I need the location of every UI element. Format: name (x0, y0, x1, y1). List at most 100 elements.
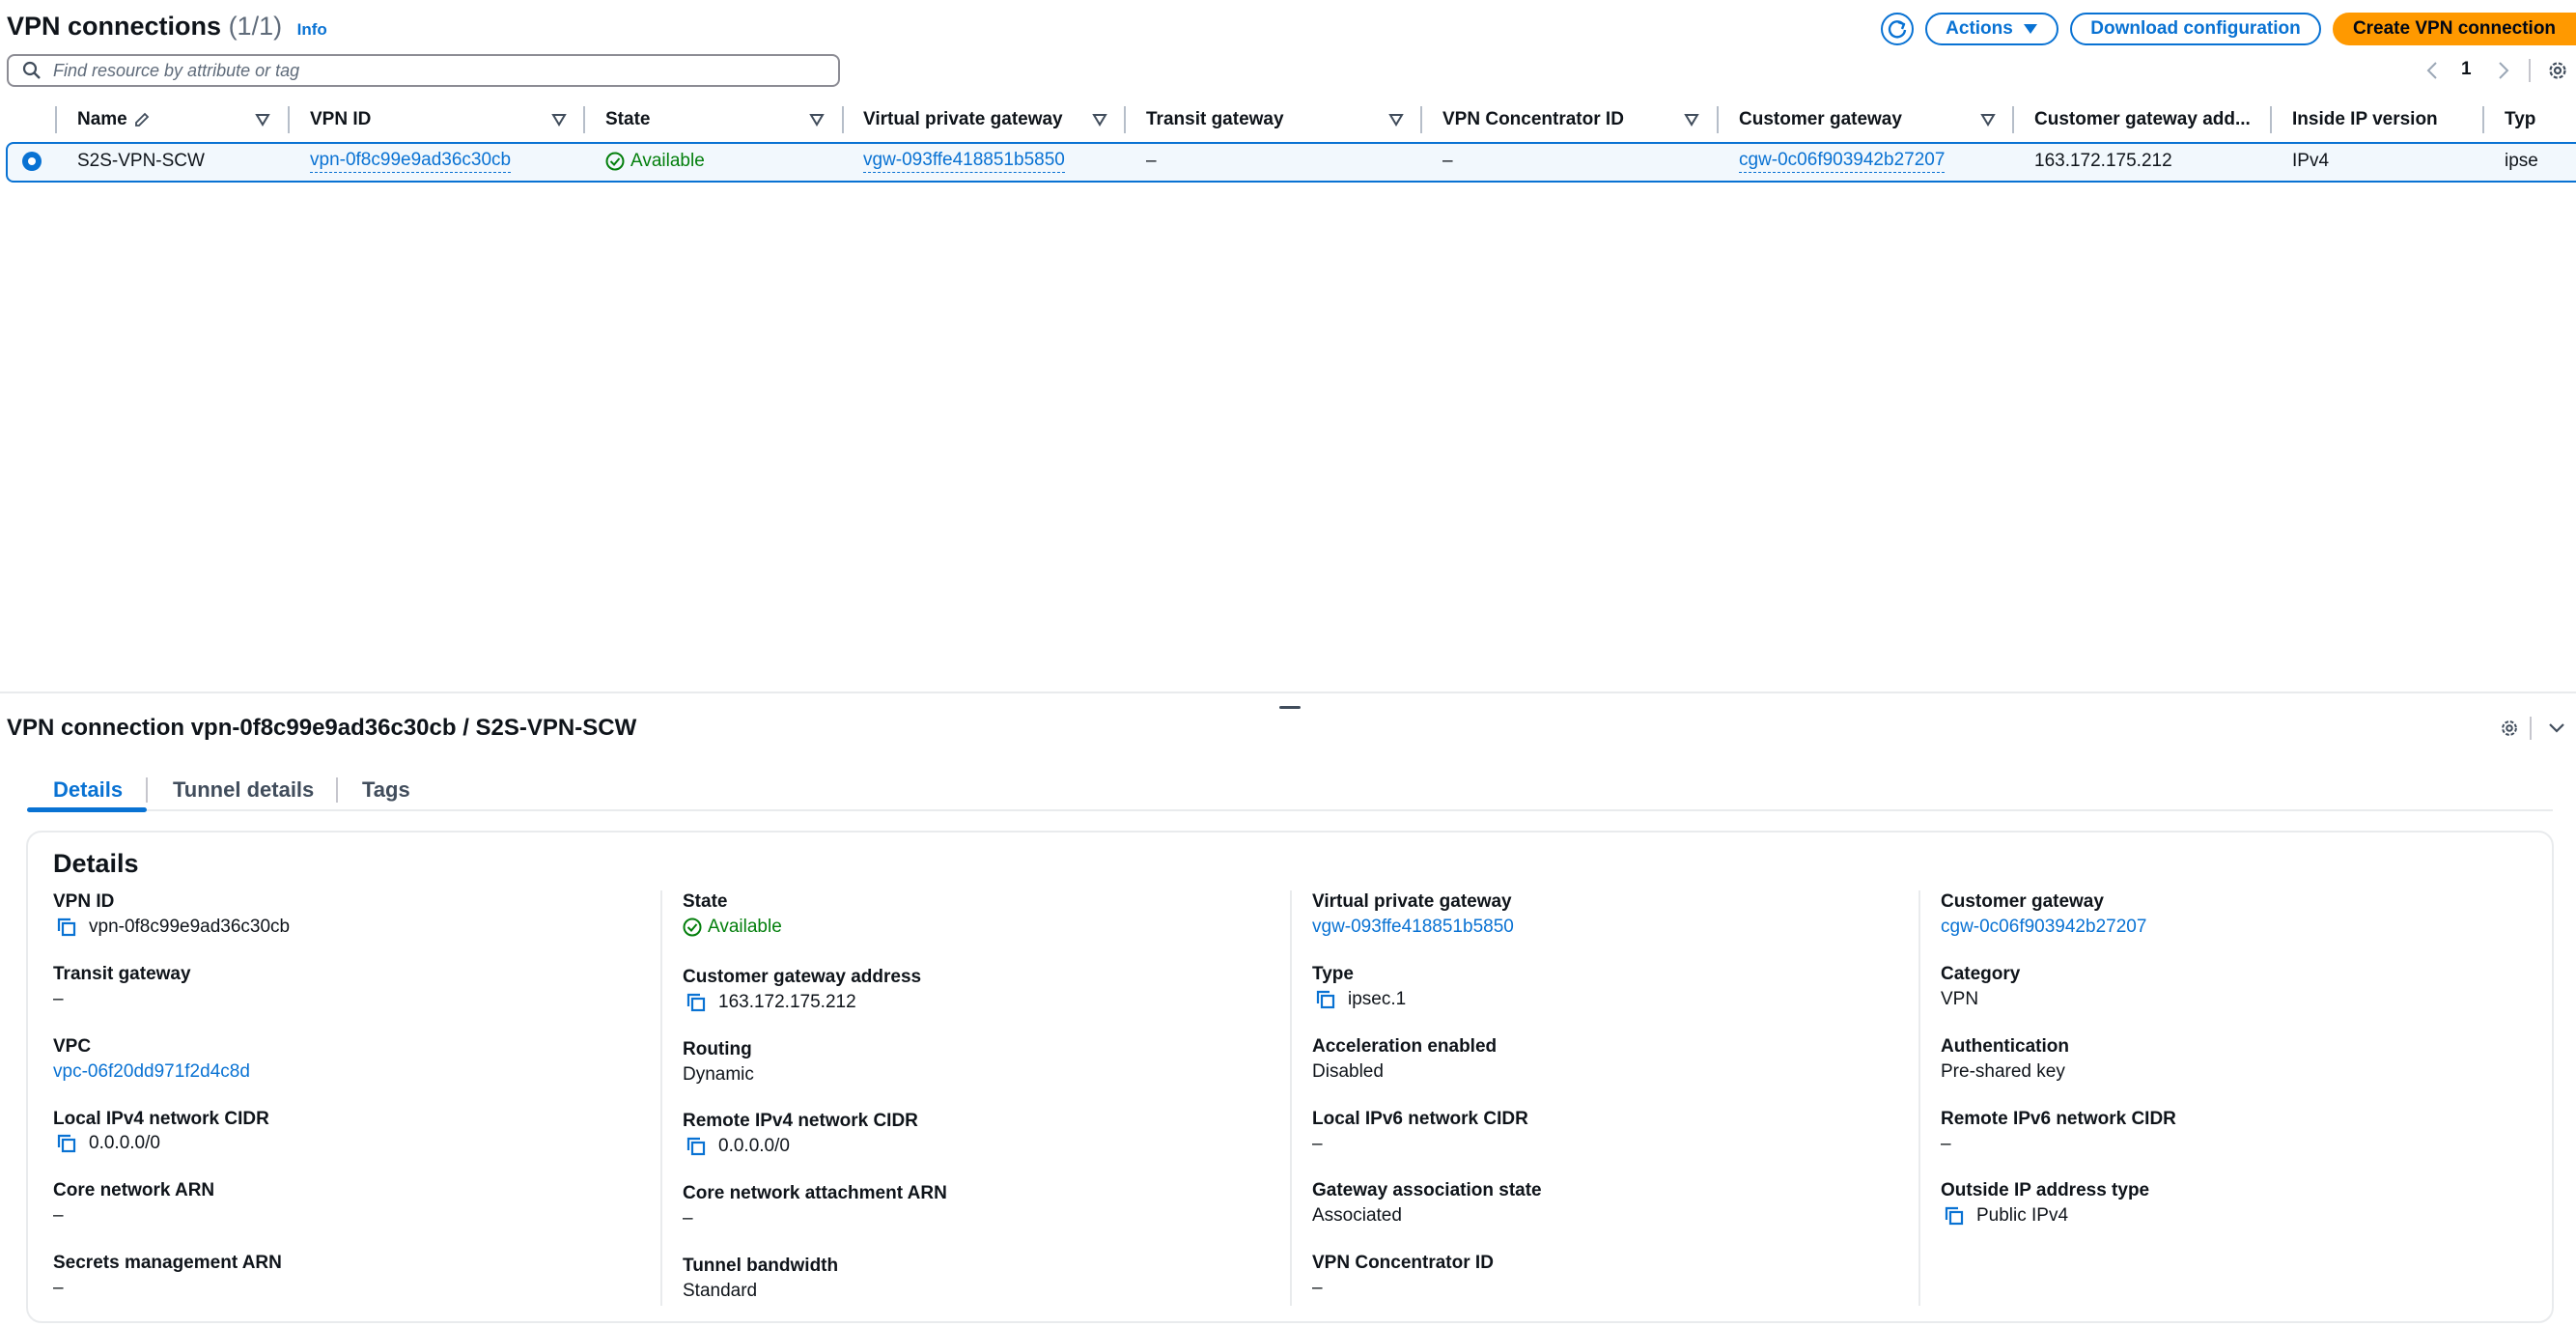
sort-icon[interactable] (1388, 112, 1404, 127)
vpn-id-label: VPN ID (53, 891, 115, 912)
active-tab-indicator (27, 807, 147, 812)
customer-gateway-address-label: Customer gateway address (683, 967, 922, 987)
copy-icon[interactable] (56, 917, 77, 938)
details-card-title: Details (53, 849, 139, 878)
virtual-private-gateway-label: Virtual private gateway (1312, 891, 1512, 912)
column-header-name[interactable]: Name (77, 106, 151, 133)
tabs-underline (27, 809, 2553, 811)
column-header-virtual-private-gateway[interactable]: Virtual private gateway (863, 106, 1063, 133)
column-header-customer-gateway-address[interactable]: Customer gateway add... (2034, 106, 2251, 133)
type-label: Type (1312, 964, 1354, 984)
type-value: ipsec.1 (1315, 989, 1406, 1010)
column-header-vpn-concentrator-id[interactable]: VPN Concentrator ID (1442, 106, 1624, 133)
sort-icon[interactable] (255, 112, 270, 127)
column-header-inside-ip-version[interactable]: Inside IP version (2292, 106, 2438, 133)
chevron-right-icon[interactable] (2497, 61, 2510, 80)
vpc-link[interactable]: vpc-06f20dd971f2d4c8d (53, 1061, 250, 1083)
success-icon (683, 918, 702, 937)
gear-icon[interactable] (2499, 718, 2520, 739)
category-value: VPN (1941, 989, 1979, 1009)
divider (2529, 59, 2531, 82)
sort-icon[interactable] (551, 112, 567, 127)
core-network-arn-value: – (53, 1205, 64, 1226)
remote-ipv6-cidr-value: – (1941, 1134, 1951, 1154)
column-header-customer-gateway[interactable]: Customer gateway (1739, 106, 1902, 133)
column-divider (2012, 106, 2014, 133)
transit-gateway-value: – (53, 989, 64, 1009)
customer-gateway-label: Customer gateway (1941, 891, 2104, 912)
transit-gateway-label: Transit gateway (53, 964, 191, 984)
success-icon (605, 152, 625, 171)
column-divider (1124, 106, 1126, 133)
cell-customer-gateway-address: 163.172.175.212 (2034, 151, 2172, 171)
authentication-label: Authentication (1941, 1036, 2069, 1057)
column-header-state[interactable]: State (605, 106, 650, 133)
split-panel-divider (0, 692, 2576, 693)
gear-icon[interactable] (2546, 59, 2569, 82)
cell-vpn-id[interactable]: vpn-0f8c99e9ad36c30cb (310, 148, 512, 175)
column-header-type[interactable]: Typ (2505, 106, 2535, 133)
divider (2530, 717, 2532, 740)
sort-icon[interactable] (1684, 112, 1699, 127)
column-divider (583, 106, 585, 133)
panel-title: VPN connection vpn-0f8c99e9ad36c30cb / S… (7, 715, 637, 741)
copy-icon[interactable] (1944, 1205, 1965, 1227)
customer-gateway-link[interactable]: cgw-0c06f903942b27207 (1941, 917, 2146, 938)
row-radio-button[interactable] (21, 151, 42, 172)
column-divider (1918, 890, 1920, 1306)
copy-icon[interactable] (1315, 989, 1336, 1010)
create-vpn-connection-button[interactable]: Create VPN connection (2333, 13, 2576, 45)
tab-divider (336, 777, 338, 803)
cell-virtual-private-gateway[interactable]: vgw-093ffe418851b5850 (863, 148, 1065, 175)
copy-icon[interactable] (686, 992, 707, 1013)
tunnel-bandwidth-value: Standard (683, 1281, 758, 1301)
copy-icon[interactable] (686, 1136, 707, 1157)
vpn-concentrator-id-value: – (1312, 1278, 1323, 1298)
core-network-arn-label: Core network ARN (53, 1180, 215, 1200)
cell-customer-gateway[interactable]: cgw-0c06f903942b27207 (1739, 148, 1946, 175)
tab-tags[interactable]: Tags (362, 777, 410, 803)
chevron-left-icon[interactable] (2425, 61, 2439, 80)
routing-label: Routing (683, 1039, 752, 1059)
chevron-down-icon[interactable] (2547, 720, 2566, 736)
info-link[interactable]: Info (297, 20, 327, 39)
remote-ipv6-cidr-label: Remote IPv6 network CIDR (1941, 1109, 2176, 1129)
sort-icon[interactable] (1980, 112, 1996, 127)
sort-icon[interactable] (809, 112, 825, 127)
column-divider (1717, 106, 1719, 133)
core-network-attachment-arn-value: – (683, 1208, 693, 1228)
acceleration-label: Acceleration enabled (1312, 1036, 1498, 1057)
search-box[interactable] (7, 54, 840, 87)
tab-details[interactable]: Details (53, 777, 123, 803)
tab-divider (146, 777, 148, 803)
customer-gateway-address-value: 163.172.175.212 (686, 992, 856, 1013)
search-input[interactable] (51, 59, 808, 82)
column-header-transit-gateway[interactable]: Transit gateway (1146, 106, 1284, 133)
local-ipv6-cidr-value: – (1312, 1134, 1323, 1154)
resize-handle[interactable] (1279, 706, 1301, 709)
gateway-association-state-label: Gateway association state (1312, 1180, 1542, 1200)
state-value: Available (683, 917, 782, 938)
core-network-attachment-arn-label: Core network attachment ARN (683, 1183, 947, 1203)
outside-ip-address-type-value: Public IPv4 (1944, 1205, 2068, 1227)
actions-button[interactable]: Actions (1925, 13, 2058, 45)
column-divider (2270, 106, 2272, 133)
edit-icon (134, 112, 150, 127)
download-configuration-button[interactable]: Download configuration (2070, 13, 2321, 45)
copy-icon[interactable] (56, 1133, 77, 1154)
secrets-arn-value: – (53, 1278, 64, 1298)
cell-transit-gateway: – (1146, 151, 1157, 171)
virtual-private-gateway-link[interactable]: vgw-093ffe418851b5850 (1312, 917, 1514, 938)
remote-ipv4-cidr-label: Remote IPv4 network CIDR (683, 1111, 918, 1131)
tab-tunnel-details[interactable]: Tunnel details (173, 777, 314, 803)
sort-icon[interactable] (1092, 112, 1107, 127)
refresh-button[interactable] (1881, 13, 1914, 45)
cell-name: S2S-VPN-SCW (77, 151, 205, 171)
column-header-vpn-id[interactable]: VPN ID (310, 106, 371, 133)
page-number[interactable]: 1 (2461, 59, 2472, 80)
vpn-concentrator-id-label: VPN Concentrator ID (1312, 1253, 1494, 1273)
page-title: VPN connections (1/1) Info (7, 12, 327, 41)
authentication-value: Pre-shared key (1941, 1061, 2065, 1082)
tunnel-bandwidth-label: Tunnel bandwidth (683, 1256, 839, 1276)
refresh-icon (1888, 20, 1907, 39)
